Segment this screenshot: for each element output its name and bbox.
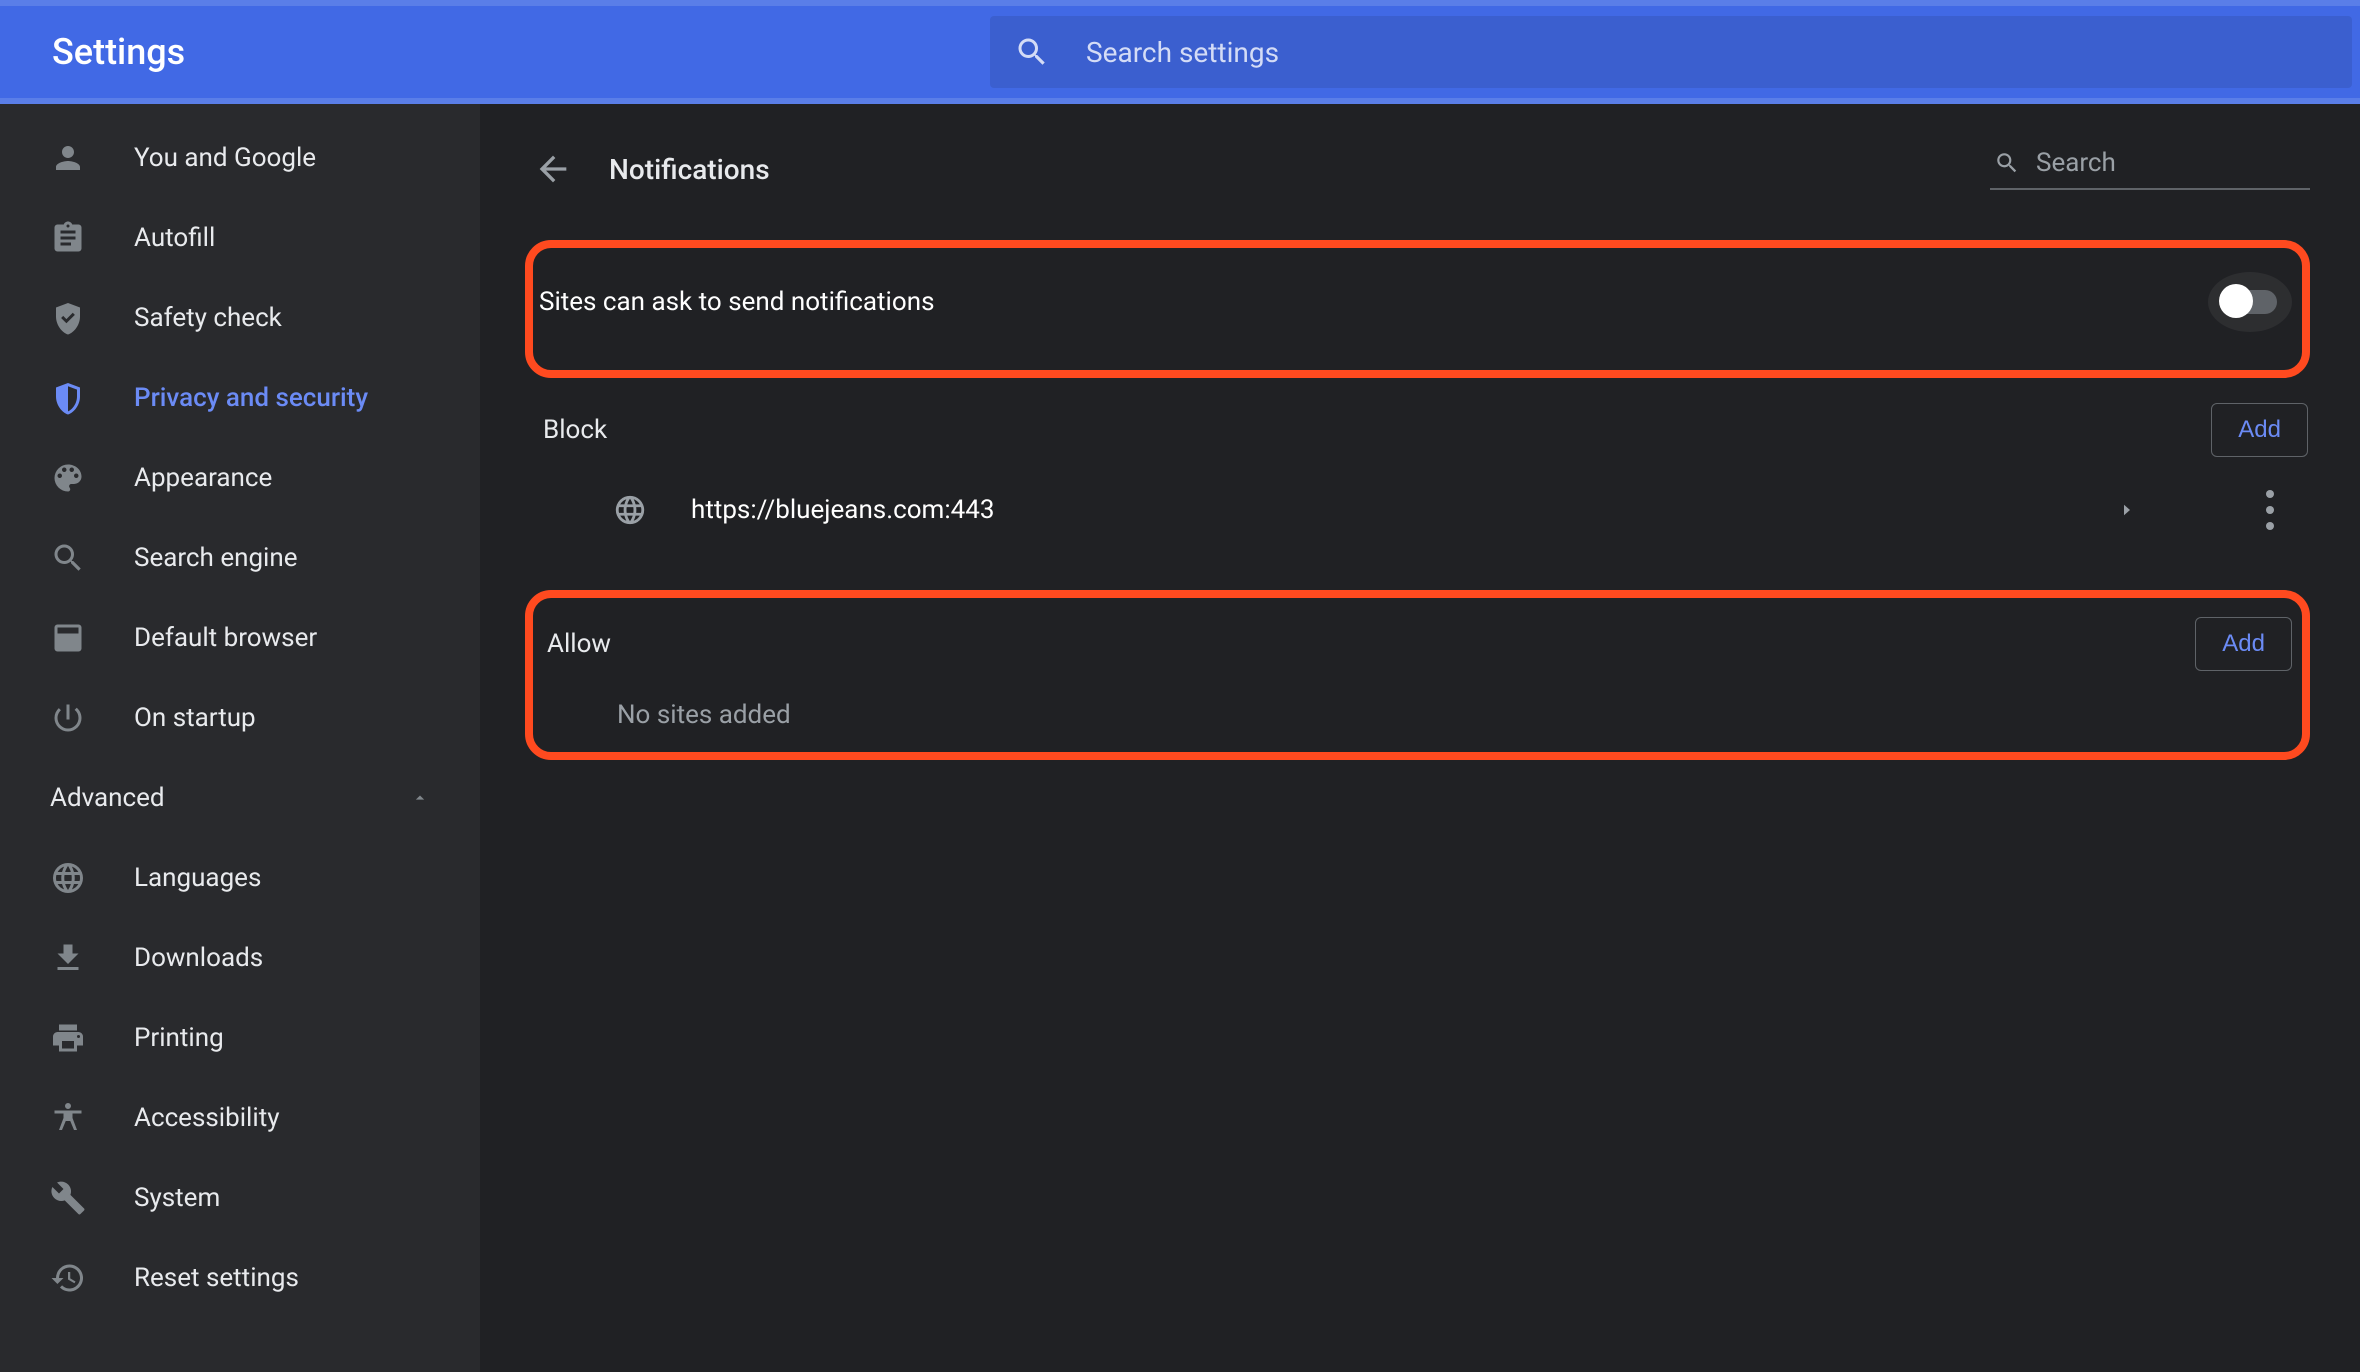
blocked-site-row[interactable]: https://bluejeans.com:443 [525,464,2310,556]
globe-icon [613,493,647,527]
allow-empty-label: No sites added [533,700,2302,730]
restore-icon [50,1260,86,1296]
inpage-search-input[interactable]: Search [1990,148,2310,190]
sidebar-item-label: Accessibility [134,1103,280,1133]
search-settings-input[interactable]: Search settings [990,16,2352,88]
printer-icon [50,1020,86,1056]
sidebar-item-label: Default browser [134,623,317,653]
sites-can-ask-toggle[interactable] [2208,272,2292,332]
main-content: Notifications Search Sites can ask to se… [480,104,2360,1372]
search-icon [1994,150,2020,176]
sidebar-item-label: System [134,1183,220,1213]
app-header: Settings Search settings [0,0,2360,104]
sidebar-item-accessibility[interactable]: Accessibility [0,1078,480,1158]
sidebar-item-label: Safety check [134,303,282,333]
browser-icon [50,620,86,656]
sidebar-item-on-startup[interactable]: On startup [0,678,480,758]
more-vert-icon[interactable] [2266,490,2274,530]
block-add-button[interactable]: Add [2211,403,2308,457]
sidebar-item-label: Search engine [134,543,298,573]
chevron-right-icon[interactable] [2118,501,2136,519]
chevron-up-icon [410,788,430,808]
block-section: Block Add https://bluejeans.com:443 [525,396,2310,556]
sidebar-item-downloads[interactable]: Downloads [0,918,480,998]
sidebar-item-label: Reset settings [134,1263,299,1293]
advanced-section-toggle[interactable]: Advanced [0,758,480,838]
sidebar-item-label: You and Google [134,143,316,173]
sites-can-ask-label: Sites can ask to send notifications [539,287,2208,317]
sites-can-ask-highlight: Sites can ask to send notifications [525,240,2310,378]
sidebar-item-search-engine[interactable]: Search engine [0,518,480,598]
sites-can-ask-row: Sites can ask to send notifications [533,272,2302,332]
shield-icon [50,380,86,416]
sidebar-item-you-and-google[interactable]: You and Google [0,118,480,198]
inpage-search-placeholder: Search [2036,148,2116,178]
block-section-title: Block [543,415,2211,445]
allow-highlight: Allow Add No sites added [525,590,2310,760]
settings-title: Settings [0,31,990,73]
sidebar-item-label: Privacy and security [134,383,368,413]
search-icon [50,540,86,576]
sidebar-item-system[interactable]: System [0,1158,480,1238]
sidebar-item-label: Appearance [134,463,272,493]
person-icon [50,140,86,176]
search-icon [1014,34,1050,70]
allow-add-button[interactable]: Add [2195,617,2292,671]
sidebar-item-appearance[interactable]: Appearance [0,438,480,518]
sidebar-item-autofill[interactable]: Autofill [0,198,480,278]
sidebar-item-printing[interactable]: Printing [0,998,480,1078]
sidebar-item-label: Languages [134,863,261,893]
sidebar-item-languages[interactable]: Languages [0,838,480,918]
sidebar-item-label: On startup [134,703,256,733]
allow-section-title: Allow [547,629,2195,659]
page-header: Notifications Search [525,134,2310,204]
sidebar-item-label: Downloads [134,943,263,973]
clipboard-icon [50,220,86,256]
page-title: Notifications [609,153,1990,186]
shield-check-icon [50,300,86,336]
sidebar-item-default-browser[interactable]: Default browser [0,598,480,678]
wrench-icon [50,1180,86,1216]
sidebar-item-label: Autofill [134,223,215,253]
palette-icon [50,460,86,496]
accessibility-icon [50,1100,86,1136]
settings-sidebar: You and Google Autofill Safety check Pri… [0,104,480,1372]
power-icon [50,700,86,736]
download-icon [50,940,86,976]
sidebar-item-label: Printing [134,1023,224,1053]
advanced-label: Advanced [50,783,410,813]
toggle-knob [2219,284,2253,318]
globe-icon [50,860,86,896]
blocked-site-url: https://bluejeans.com:443 [691,495,2118,525]
sidebar-item-reset-settings[interactable]: Reset settings [0,1238,480,1318]
sidebar-item-safety-check[interactable]: Safety check [0,278,480,358]
search-settings-placeholder: Search settings [1086,36,1279,69]
back-arrow-icon[interactable] [533,149,573,189]
toggle-track [2223,290,2277,314]
sidebar-item-privacy-security[interactable]: Privacy and security [0,358,480,438]
